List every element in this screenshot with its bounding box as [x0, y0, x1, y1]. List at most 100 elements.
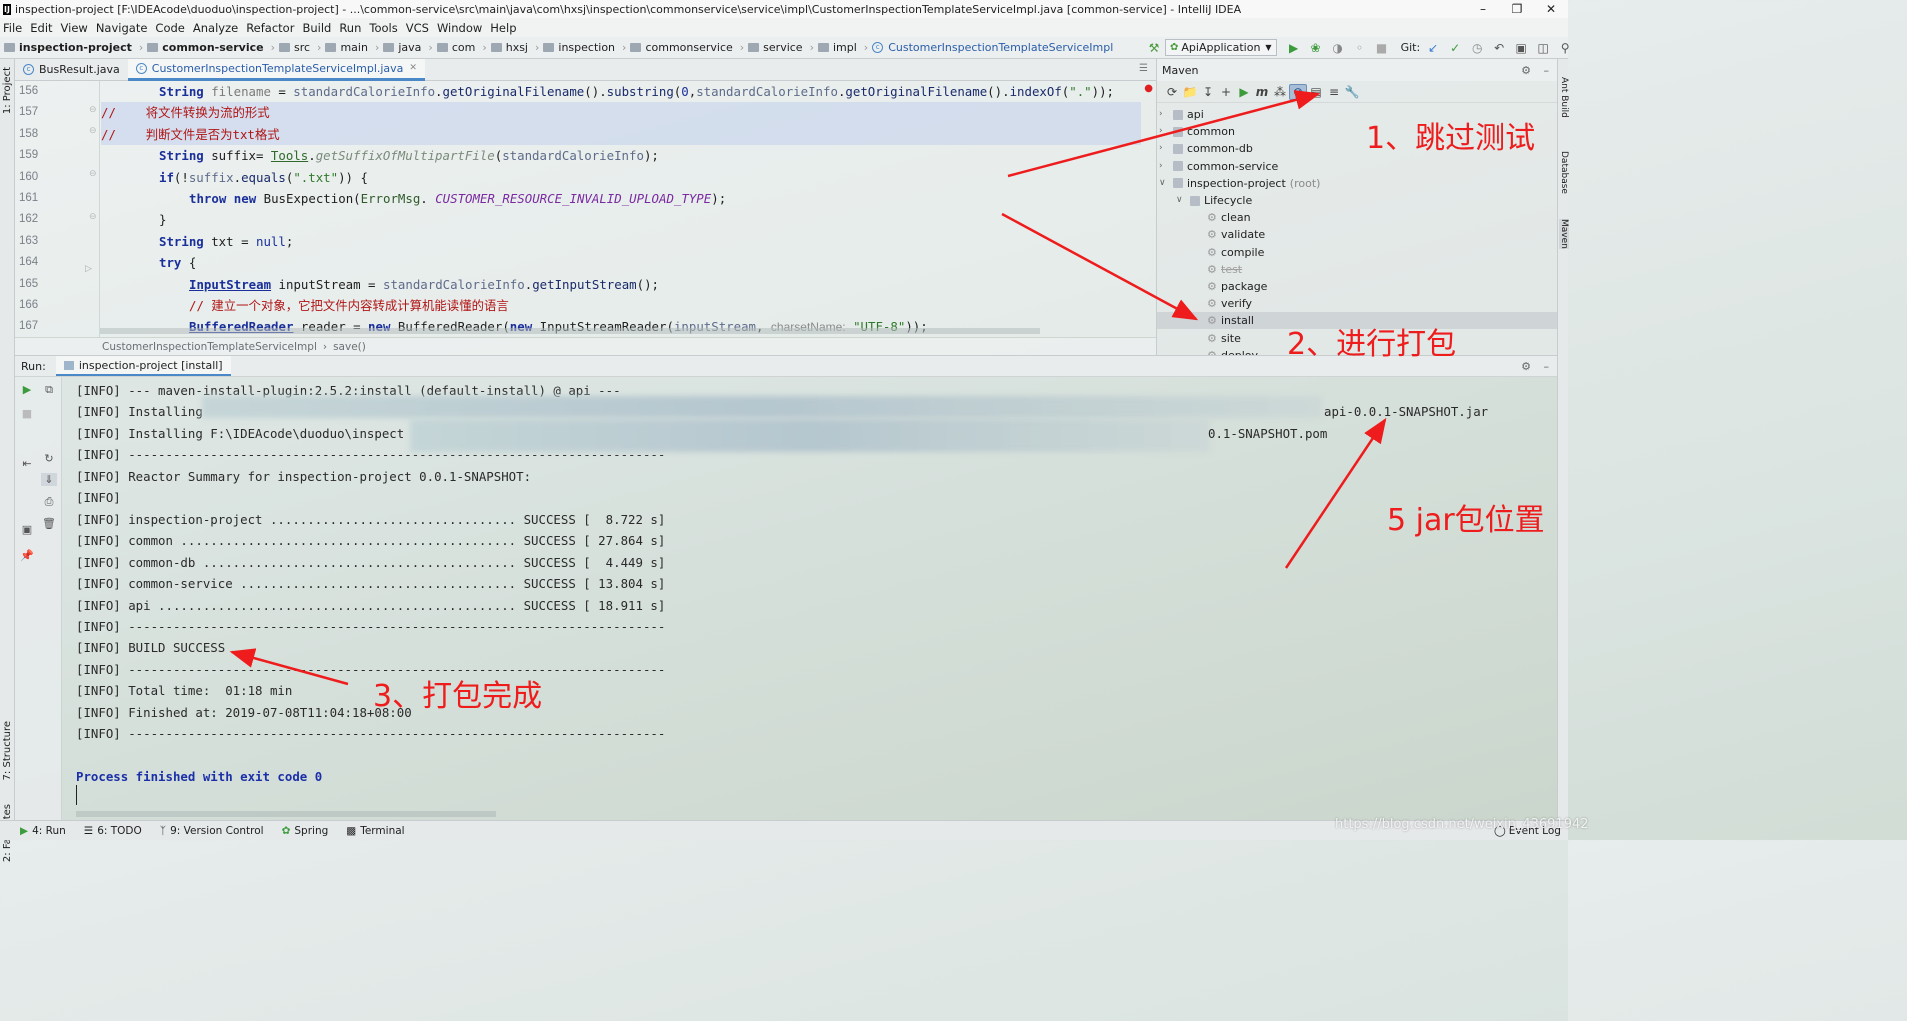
collapsed-icon[interactable]: › — [1159, 106, 1173, 123]
menu-window[interactable]: Window — [437, 21, 482, 35]
hide-icon[interactable]: – — [1544, 64, 1550, 77]
menu-tools[interactable]: Tools — [369, 21, 397, 35]
breadcrumb-item[interactable]: commonservice — [630, 41, 733, 54]
menu-vcs[interactable]: VCS — [406, 21, 429, 35]
tab-busresult[interactable]: c BusResult.java — [15, 59, 128, 81]
expanded-icon[interactable]: ∨ — [1159, 175, 1173, 192]
coverage-icon[interactable]: ◑ — [1330, 41, 1346, 55]
hammer-build-icon[interactable]: ⚒ — [1146, 41, 1162, 55]
breakpoint-arrow-icon[interactable]: ▷ — [85, 264, 92, 274]
fold-marker-icon[interactable]: ⊖ — [89, 105, 97, 115]
menu-view[interactable]: View — [61, 21, 88, 35]
gear-icon[interactable]: ⚙ — [1521, 360, 1531, 373]
skip-tests-icon[interactable]: ⊘ — [1289, 83, 1307, 100]
revert-icon[interactable]: ↶ — [1491, 41, 1507, 55]
menu-run[interactable]: Run — [339, 21, 361, 35]
maven-node-test[interactable]: ⚙ test — [1157, 261, 1557, 278]
minimize-icon[interactable]: – — [1466, 0, 1500, 18]
maven-node-validate[interactable]: ⚙ validate — [1157, 226, 1557, 243]
wrap-icon[interactable]: ↻ — [41, 452, 57, 465]
editor-hscrollbar[interactable] — [100, 328, 1040, 334]
project-tool-button[interactable]: 1: Project — [2, 67, 13, 114]
spring-tool-button[interactable]: ✿ Spring — [282, 825, 329, 837]
breadcrumb-item[interactable]: c CustomerInspectionTemplateServiceImpl — [872, 41, 1113, 54]
pin-icon[interactable]: 📌 — [19, 549, 35, 562]
profile-icon[interactable]: ◦ — [1352, 41, 1368, 55]
run-icon[interactable]: ▶ — [1286, 41, 1302, 55]
breadcrumb-class[interactable]: CustomerInspectionTemplateServiceImpl — [102, 341, 317, 353]
breadcrumb-item[interactable]: main — [325, 41, 368, 54]
breadcrumb-item[interactable]: java — [383, 41, 421, 54]
tab-customer-inspection-impl[interactable]: c CustomerInspectionTemplateServiceImpl.… — [127, 58, 425, 81]
structure-tool-button[interactable]: 7: Structure — [2, 721, 13, 780]
layout-icon[interactable]: ▣ — [19, 523, 35, 536]
code-editor[interactable]: 156 157 158 159 160 161 162 163 164 165 … — [15, 81, 1156, 337]
generate-sources-icon[interactable]: 📁 — [1181, 85, 1199, 99]
menu-file[interactable]: File — [3, 21, 22, 35]
maven-node-clean[interactable]: ⚙ clean — [1157, 209, 1557, 226]
console-hscrollbar[interactable] — [76, 811, 496, 817]
terminal-tool-button[interactable]: ▩ Terminal — [346, 825, 404, 837]
fold-marker-icon[interactable]: ⊖ — [89, 169, 97, 179]
maven-node-lifecycle[interactable]: ∨ Lifecycle — [1157, 192, 1557, 209]
history-icon[interactable]: ◷ — [1469, 41, 1485, 55]
run-config-select[interactable]: ✿ ApiApplication ▼ — [1165, 39, 1277, 56]
run-console[interactable]: [INFO] --- maven-install-plugin:2.5.2:in… — [62, 377, 1557, 820]
menu-build[interactable]: Build — [302, 21, 331, 35]
error-indicator-icon[interactable]: ● — [1144, 83, 1153, 94]
menu-help[interactable]: Help — [490, 21, 516, 35]
breadcrumb-item[interactable]: common-service — [147, 41, 264, 54]
print-icon[interactable]: ⎙ — [41, 495, 57, 509]
breadcrumb-item[interactable]: src — [278, 41, 310, 54]
vcs-tool-button[interactable]: ᛉ 9: Version Control — [160, 825, 264, 837]
menu-refactor[interactable]: Refactor — [246, 21, 294, 35]
breadcrumb-item[interactable]: inspection — [543, 41, 615, 54]
expanded-icon[interactable]: ∨ — [1176, 192, 1190, 209]
ant-build-tool-button[interactable]: Ant Build — [1559, 77, 1569, 118]
collapse-all-icon[interactable]: ≡ — [1325, 85, 1343, 99]
soft-wraps-icon[interactable]: ⧉ — [41, 383, 57, 397]
show-dependencies-icon[interactable]: ▤ — [1307, 85, 1325, 99]
breadcrumb-item[interactable]: impl — [817, 41, 857, 54]
editor-menu-icon[interactable]: ☰ — [1139, 63, 1148, 74]
maven-node-common-service[interactable]: › common-service — [1157, 158, 1557, 175]
execute-goal-icon[interactable]: m — [1253, 85, 1271, 99]
maven-node-compile[interactable]: ⚙ compile — [1157, 244, 1557, 261]
breadcrumb-item[interactable]: inspection-project — [4, 41, 132, 54]
layout-icon[interactable]: ◫ — [1535, 41, 1551, 55]
toggle-offline-icon[interactable]: ⁂ — [1271, 85, 1289, 99]
collapsed-icon[interactable]: › — [1159, 158, 1173, 175]
close-icon[interactable]: ✕ — [1534, 0, 1568, 18]
menu-navigate[interactable]: Navigate — [96, 21, 148, 35]
code-area[interactable]: String filename = standardCalorieInfo.ge… — [101, 81, 1141, 337]
run-tool-button[interactable]: ▶ 4: Run — [20, 825, 66, 837]
maven-node-verify[interactable]: ⚙ verify — [1157, 295, 1557, 312]
project-structure-icon[interactable]: ▣ — [1513, 41, 1529, 55]
close-tab-icon[interactable]: ✕ — [409, 63, 417, 73]
run-maven-icon[interactable]: ▶ — [1235, 85, 1253, 99]
maven-node-inspection-project[interactable]: ∨ inspection-project (root) — [1157, 175, 1557, 192]
breadcrumb-item[interactable]: service — [748, 41, 803, 54]
menu-code[interactable]: Code — [155, 21, 184, 35]
scroll-to-end-icon[interactable]: ⇓ — [41, 473, 57, 486]
clear-icon[interactable]: 🗑 — [41, 517, 57, 530]
breadcrumb-method[interactable]: save() — [333, 341, 366, 353]
stop-icon[interactable]: ■ — [19, 407, 35, 420]
restore-icon[interactable]: ❐ — [1500, 0, 1534, 18]
fold-marker-icon[interactable]: ⊖ — [89, 126, 97, 136]
menu-edit[interactable]: Edit — [30, 21, 52, 35]
maven-tool-button[interactable]: Maven — [1559, 219, 1569, 249]
gear-icon[interactable]: ⚙ — [1521, 64, 1531, 77]
hide-icon[interactable]: – — [1544, 360, 1550, 373]
fold-marker-icon[interactable]: ⊖ — [89, 212, 97, 222]
add-project-icon[interactable]: + — [1217, 85, 1235, 99]
git-update-icon[interactable]: ↙ — [1425, 41, 1441, 55]
scroll-end-icon[interactable]: ⇤ — [19, 457, 35, 470]
download-icon[interactable]: ↧ — [1199, 85, 1217, 99]
wrench-icon[interactable]: 🔧 — [1343, 85, 1361, 99]
maven-node-package[interactable]: ⚙ package — [1157, 278, 1557, 295]
search-icon[interactable]: ⚲ — [1557, 41, 1573, 55]
database-tool-button[interactable]: Database — [1559, 151, 1569, 194]
stop-icon[interactable]: ■ — [1374, 41, 1390, 55]
breadcrumb-item[interactable]: com — [436, 41, 475, 54]
